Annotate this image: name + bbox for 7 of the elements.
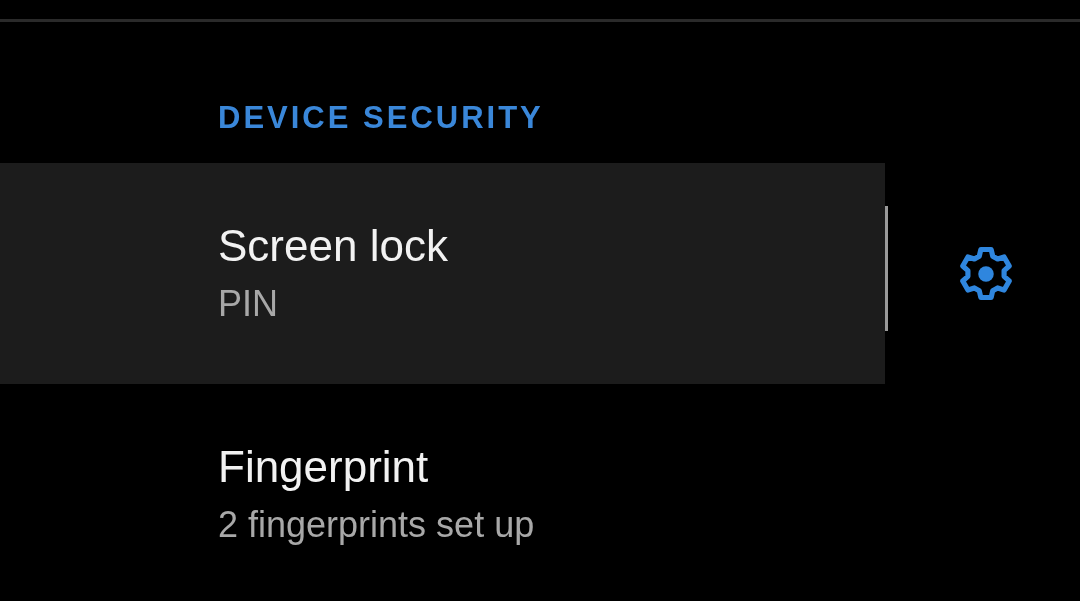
section-heading: DEVICE SECURITY <box>217 99 545 137</box>
settings-item[interactable]: Screen lock PIN <box>0 163 885 384</box>
item-summary: PIN <box>218 281 279 326</box>
item-summary: 2 fingerprints set up <box>218 502 536 547</box>
item-title: Screen lock <box>218 219 449 272</box>
settings-item[interactable]: Fingerprint 2 fingerprints set up <box>0 384 885 601</box>
item-title: Fingerprint <box>218 440 430 493</box>
